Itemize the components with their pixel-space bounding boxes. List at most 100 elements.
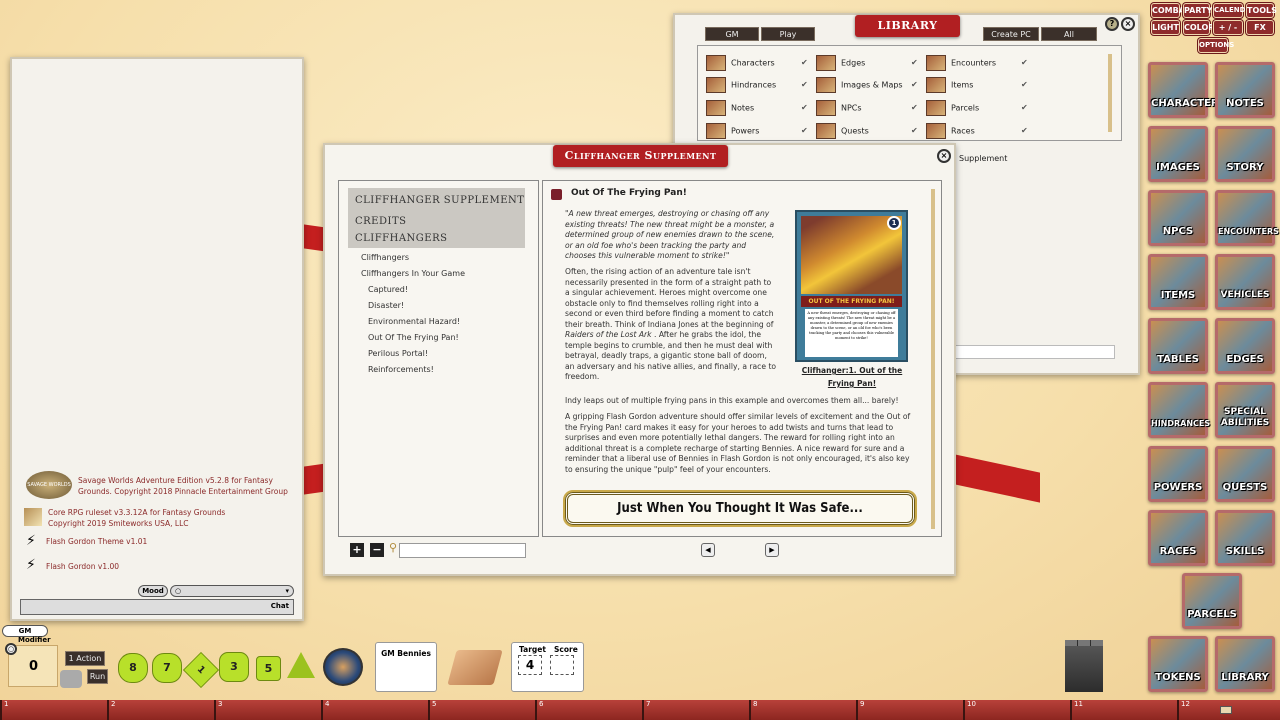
close-icon[interactable]: × [1121, 17, 1135, 31]
scrollbar[interactable] [1108, 54, 1112, 132]
sidebar-story[interactable]: STORY [1215, 126, 1275, 182]
sidebar-skills[interactable]: SKILLS [1215, 510, 1275, 566]
tab-play[interactable]: Play [761, 27, 815, 41]
toc-section[interactable]: Cliffhangers [355, 233, 447, 244]
library-item-races[interactable]: Races ✔ [926, 123, 1028, 140]
library-module-name[interactable]: Supplement [959, 154, 1007, 163]
sidebar-npcs[interactable]: NPCS [1148, 190, 1208, 246]
hotkey-slot[interactable]: 4 [321, 700, 428, 720]
toc-item[interactable]: Cliffhangers [361, 253, 409, 262]
library-item-images[interactable]: Images & Maps ✔ [816, 77, 918, 95]
light-button[interactable]: LIGHT [1151, 20, 1180, 35]
sidebar-powers[interactable]: POWERS [1148, 446, 1208, 502]
hotkey-slot[interactable]: 8 [749, 700, 856, 720]
close-icon[interactable]: × [937, 149, 951, 163]
sidebar-tokens[interactable]: TOKENS [1148, 636, 1208, 692]
library-item-edges[interactable]: Edges ✔ [816, 55, 918, 73]
sidebar-images[interactable]: IMAGES [1148, 126, 1208, 182]
sidebar-races[interactable]: RACES [1148, 510, 1208, 566]
hotkey-slot[interactable]: 2 [107, 700, 214, 720]
mail-icon[interactable] [1220, 706, 1232, 714]
hotkey-slot[interactable]: 1 [0, 700, 107, 720]
toc-section[interactable]: Cliffhanger Supplement [355, 195, 524, 206]
toc-search-input[interactable] [399, 543, 526, 558]
sidebar-encounters[interactable]: ENCOUNTERS [1215, 190, 1279, 246]
sidebar-hindrances[interactable]: HINDRANCES [1148, 382, 1210, 438]
hotkey-slot[interactable]: 9 [856, 700, 963, 720]
chat-input[interactable]: Chat [20, 599, 294, 615]
mood-button[interactable]: Mood [138, 585, 168, 597]
tools-button[interactable]: TOOLS [1246, 3, 1277, 18]
library-item-hindrances[interactable]: Hindrances ✔ [706, 77, 808, 95]
clear-modifier-icon[interactable]: ○ [5, 643, 17, 655]
calendar-button[interactable]: CALENDAR [1213, 3, 1256, 18]
combat-button[interactable]: COMBAT [1151, 3, 1190, 18]
bennies-token-icon[interactable] [323, 648, 363, 686]
options-button[interactable]: OPTIONS [1198, 38, 1234, 53]
tab-create-pc[interactable]: Create PC [983, 27, 1039, 41]
gm-bennies-box[interactable]: GM Bennies [375, 642, 437, 692]
card-caption[interactable]: Clifhanger:1. Out of the Frying Pan! [791, 364, 913, 390]
toc-item[interactable]: Perilous Portal! [368, 349, 428, 358]
toc-item[interactable]: Captured! [368, 285, 408, 294]
toc-item[interactable]: Disaster! [368, 301, 404, 310]
target-value[interactable]: 4 [518, 655, 542, 675]
d20-die[interactable]: 3 [219, 652, 249, 682]
toc-item[interactable]: Cliffhangers In Your Game [361, 269, 465, 278]
library-item-npcs[interactable]: NPCs ✔ [816, 100, 918, 118]
plus-minus-button[interactable]: + / - [1213, 20, 1243, 35]
run-button[interactable]: Run [87, 669, 108, 684]
tab-gm[interactable]: GM [705, 27, 759, 41]
sidebar-notes[interactable]: NOTES [1215, 62, 1275, 118]
toc-item[interactable]: Reinforcements! [368, 365, 434, 374]
hotkey-slot[interactable]: 11 [1070, 700, 1177, 720]
library-item-encounters[interactable]: Encounters ✔ [926, 55, 1028, 73]
sidebar-characters[interactable]: CHARACTERS [1148, 62, 1226, 118]
library-item-notes[interactable]: Notes ✔ [706, 100, 808, 118]
zoom-out-button[interactable]: − [370, 543, 384, 557]
d12-die[interactable]: 8 [118, 653, 148, 683]
zoom-in-button[interactable]: + [350, 543, 364, 557]
help-button[interactable]: ? [1105, 17, 1119, 31]
library-item-quests[interactable]: Quests ✔ [816, 123, 918, 140]
color-button[interactable]: COLOR [1183, 20, 1214, 35]
sidebar-parcels[interactable]: PARCELS [1182, 573, 1242, 629]
toc-section[interactable]: Credits [355, 216, 406, 227]
sidebar-tables[interactable]: TABLES [1148, 318, 1208, 374]
d8-die[interactable]: 1 [182, 651, 220, 689]
hotkey-slot[interactable]: 3 [214, 700, 321, 720]
d6-die[interactable]: 5 [256, 656, 281, 681]
d10-die[interactable]: 7 [152, 653, 182, 683]
mood-dropdown[interactable]: ○ ▾ [170, 585, 294, 597]
chat-button[interactable]: Chat [271, 602, 289, 610]
sidebar-library[interactable]: LIBRARY [1215, 636, 1275, 692]
scrollbar[interactable] [931, 189, 935, 529]
hotkey-slot[interactable]: 6 [535, 700, 642, 720]
hotkey-slot[interactable]: 7 [642, 700, 749, 720]
sidebar-vehicles[interactable]: VEHICLES [1215, 254, 1275, 310]
fx-button[interactable]: FX [1246, 20, 1274, 35]
toc-item[interactable]: Environmental Hazard! [368, 317, 460, 326]
sidebar-items[interactable]: ITEMS [1148, 254, 1208, 310]
next-page-button[interactable]: ▶ [765, 543, 779, 557]
toc-item[interactable]: Out Of The Frying Pan! [368, 333, 459, 342]
library-search[interactable] [955, 345, 1115, 359]
card-shoe-icon[interactable] [447, 650, 503, 685]
sidebar-edges[interactable]: EDGES [1215, 318, 1275, 374]
library-item-characters[interactable]: Characters ✔ [706, 55, 808, 73]
previous-page-button[interactable]: ◀ [701, 543, 715, 557]
action-button[interactable]: 1 Action [65, 651, 105, 666]
hotkey-slot[interactable]: 10 [963, 700, 1070, 720]
party-button[interactable]: PARTY [1183, 3, 1212, 18]
d4-die[interactable]: 4 [287, 652, 315, 678]
sidebar-special-abilities[interactable]: SPECIAL ABILITIES [1215, 382, 1275, 438]
tower-icon[interactable] [1065, 640, 1103, 692]
hotkey-slot[interactable]: 5 [428, 700, 535, 720]
library-item-parcels[interactable]: Parcels ✔ [926, 100, 1028, 118]
library-item-powers[interactable]: Powers ✔ [706, 123, 808, 140]
sidebar-quests[interactable]: QUESTS [1215, 446, 1275, 502]
cliffhanger-card-image[interactable]: 1 OUT OF THE FRYING PAN! A new threat em… [795, 210, 908, 362]
score-value[interactable] [550, 655, 574, 675]
tab-all[interactable]: All [1041, 27, 1097, 41]
library-item-items[interactable]: Items ✔ [926, 77, 1028, 95]
